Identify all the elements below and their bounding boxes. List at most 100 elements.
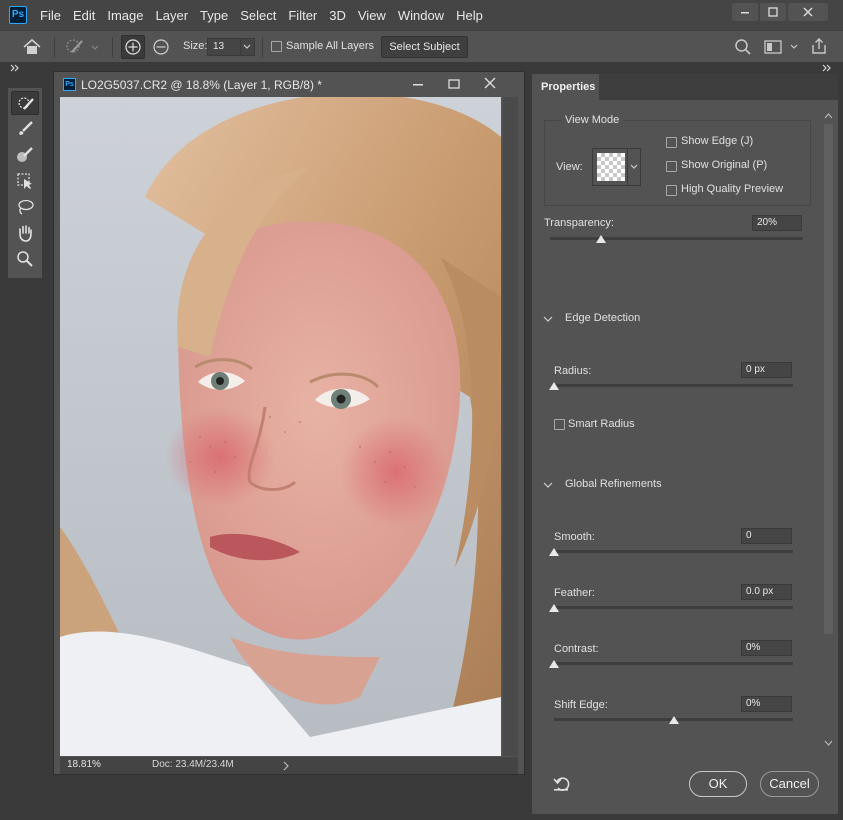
maximize-button[interactable] <box>760 3 786 21</box>
menu-bar: Ps File Edit Image Layer Type Select Fil… <box>0 0 843 30</box>
radius-slider-thumb[interactable] <box>549 382 559 390</box>
subtract-brush-icon <box>153 39 169 55</box>
add-to-selection-button[interactable] <box>121 35 145 59</box>
radius-slider-track[interactable] <box>554 384 793 387</box>
minimize-icon <box>741 12 749 14</box>
transparency-input[interactable]: 20% <box>752 215 802 231</box>
subtract-from-selection-button[interactable] <box>150 36 172 58</box>
size-dropdown-button[interactable] <box>240 39 254 55</box>
properties-panel: Properties View Mode View: Show Edge (J)… <box>532 74 838 814</box>
menu-filter[interactable]: Filter <box>288 8 317 23</box>
menu-layer[interactable]: Layer <box>156 8 189 23</box>
menu-select[interactable]: Select <box>240 8 276 23</box>
show-original-label: Show Original (P) <box>681 159 768 171</box>
shift-edge-input[interactable]: 0% <box>741 696 792 712</box>
image-canvas[interactable] <box>60 97 501 756</box>
ok-button[interactable]: OK <box>689 771 747 797</box>
share-icon[interactable] <box>810 37 828 55</box>
feather-slider-thumb[interactable] <box>549 604 559 612</box>
zoom-tool[interactable] <box>11 247 39 271</box>
brush-tool[interactable] <box>11 117 39 141</box>
scroll-down-icon[interactable] <box>824 739 833 747</box>
hand-tool[interactable] <box>11 221 39 245</box>
smart-radius-checkbox[interactable] <box>554 419 565 430</box>
document-title-bar[interactable]: Ps LO2G5037.CR2 @ 18.8% (Layer 1, RGB/8)… <box>54 72 524 96</box>
chevron-right-icon[interactable] <box>282 760 290 772</box>
show-edge-checkbox[interactable] <box>666 137 677 148</box>
brush-icon <box>19 121 33 135</box>
menu-window[interactable]: Window <box>398 8 444 23</box>
scroll-up-icon[interactable] <box>824 112 833 120</box>
quick-selection-preset-icon[interactable] <box>64 37 98 57</box>
properties-scrollbar[interactable] <box>823 112 834 747</box>
transparency-slider-track[interactable] <box>550 237 803 240</box>
collapse-arrows-icon[interactable] <box>10 64 20 72</box>
separator <box>112 37 113 57</box>
menu-image[interactable]: Image <box>107 8 143 23</box>
select-subject-button[interactable]: Select Subject <box>381 36 468 58</box>
view-label: View: <box>556 161 583 173</box>
menu-help[interactable]: Help <box>456 8 483 23</box>
chevron-down-icon[interactable] <box>542 314 554 324</box>
show-original-checkbox[interactable] <box>666 161 677 172</box>
separator <box>54 37 55 57</box>
quick-selection-icon <box>18 97 34 110</box>
maximize-icon[interactable] <box>447 77 461 91</box>
view-mode-dropdown[interactable] <box>627 149 640 185</box>
menu-view[interactable]: View <box>358 8 386 23</box>
contrast-input[interactable]: 0% <box>741 640 792 656</box>
tab-properties[interactable]: Properties <box>532 74 599 100</box>
transparency-checker-icon <box>597 153 625 181</box>
shift-edge-slider-thumb[interactable] <box>668 716 679 724</box>
smooth-input[interactable]: 0 <box>741 528 792 544</box>
refine-edge-brush-icon <box>17 147 33 162</box>
chevron-down-icon[interactable] <box>542 480 554 490</box>
minimize-button[interactable] <box>732 3 758 21</box>
refine-edge-brush-tool[interactable] <box>11 143 39 167</box>
sample-all-layers-checkbox[interactable] <box>271 41 282 52</box>
close-window-button[interactable] <box>788 3 828 21</box>
close-icon[interactable] <box>483 76 497 90</box>
home-icon[interactable] <box>22 38 42 56</box>
edge-detection-title[interactable]: Edge Detection <box>565 312 640 324</box>
collapse-arrows-icon[interactable] <box>822 64 832 72</box>
chevron-down-icon <box>630 164 638 169</box>
options-bar: Size: 13 Sample All Layers Select Subjec… <box>0 30 843 62</box>
menu-type[interactable]: Type <box>200 8 228 23</box>
cancel-button[interactable]: Cancel <box>760 771 819 797</box>
object-selection-tool[interactable] <box>11 169 39 193</box>
transparency-slider-thumb[interactable] <box>595 235 606 243</box>
feather-input[interactable]: 0.0 px <box>741 584 792 600</box>
portrait-photo <box>60 97 501 756</box>
menu-file[interactable]: File <box>40 8 61 23</box>
reset-icon[interactable] <box>553 776 571 792</box>
smooth-slider-thumb[interactable] <box>549 548 559 556</box>
smooth-slider-track[interactable] <box>554 550 793 553</box>
vertical-scrollbar[interactable] <box>503 97 518 756</box>
smooth-label: Smooth: <box>554 531 595 543</box>
scroll-thumb[interactable] <box>824 124 833 634</box>
chevron-down-icon <box>243 44 251 49</box>
document-title: LO2G5037.CR2 @ 18.8% (Layer 1, RGB/8) * <box>81 78 322 92</box>
size-input[interactable]: 13 <box>207 38 255 56</box>
zoom-level[interactable]: 18.81% <box>67 759 101 770</box>
view-mode-picker[interactable] <box>592 148 641 186</box>
radius-input[interactable]: 0 px <box>741 362 792 378</box>
lasso-tool[interactable] <box>11 195 39 219</box>
high-quality-preview-label: High Quality Preview <box>681 183 784 195</box>
menu-3d[interactable]: 3D <box>329 8 346 23</box>
smart-radius-label: Smart Radius <box>568 418 635 430</box>
search-icon[interactable] <box>734 38 752 56</box>
radius-label: Radius: <box>554 365 592 377</box>
high-quality-preview-checkbox[interactable] <box>666 185 677 196</box>
minimize-icon[interactable] <box>411 77 425 91</box>
contrast-slider-track[interactable] <box>554 662 793 665</box>
contrast-slider-thumb[interactable] <box>549 660 559 668</box>
workspace-icon[interactable] <box>764 39 800 55</box>
properties-panel-header <box>532 62 843 74</box>
global-refinements-title[interactable]: Global Refinements <box>565 478 662 490</box>
feather-slider-track[interactable] <box>554 606 793 609</box>
quick-selection-tool[interactable] <box>11 91 39 115</box>
menu-edit[interactable]: Edit <box>73 8 95 23</box>
lasso-icon <box>18 199 34 215</box>
